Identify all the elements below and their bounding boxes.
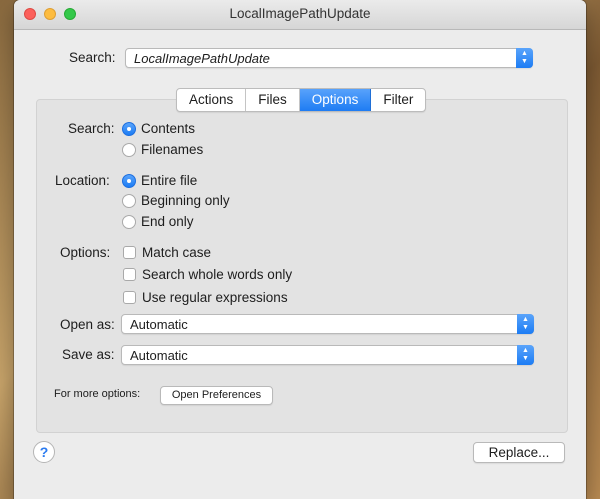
checkbox-label: Match case	[142, 245, 212, 260]
radio-icon	[122, 193, 136, 208]
options-label: Options:	[60, 245, 111, 260]
save-as-label: Save as:	[62, 347, 115, 362]
more-options-label: For more options:	[54, 388, 141, 400]
radio-label: End only	[141, 214, 194, 229]
save-as-value: Automatic	[130, 348, 188, 363]
checkbox-icon	[123, 246, 136, 259]
tab-filter[interactable]: Filter	[371, 89, 425, 111]
radio-contents[interactable]: Contents	[122, 121, 195, 136]
search-in-label: Search:	[68, 121, 115, 136]
tab-actions[interactable]: Actions	[177, 89, 247, 111]
location-label: Location:	[55, 173, 110, 188]
checkbox-regex[interactable]: Use regular expressions	[123, 290, 288, 305]
chevron-updown-icon[interactable]: ▲ ▼	[517, 314, 534, 334]
open-as-popup[interactable]: Automatic ▲ ▼	[121, 314, 534, 334]
radio-entire-file[interactable]: Entire file	[122, 173, 197, 188]
radio-selected-icon	[122, 173, 136, 188]
radio-selected-icon	[122, 121, 136, 136]
help-icon[interactable]: ?	[33, 441, 55, 463]
radio-label: Contents	[141, 121, 196, 136]
search-combo[interactable]: LocalImagePathUpdate ▲ ▼	[125, 48, 533, 68]
checkbox-icon	[123, 268, 136, 281]
checkbox-match-case[interactable]: Match case	[123, 245, 211, 260]
radio-icon	[122, 142, 136, 157]
checkbox-label: Use regular expressions	[142, 290, 288, 305]
radio-end-only[interactable]: End only	[122, 214, 194, 229]
find-window: LocalImagePathUpdate Search: LocalImageP…	[14, 0, 586, 499]
radio-label: Beginning only	[141, 193, 230, 208]
options-panel	[36, 99, 568, 433]
open-as-value: Automatic	[130, 317, 188, 332]
search-value: LocalImagePathUpdate	[134, 51, 270, 66]
checkbox-whole-words[interactable]: Search whole words only	[123, 267, 292, 282]
radio-beginning-only[interactable]: Beginning only	[122, 193, 230, 208]
tab-options[interactable]: Options	[299, 89, 372, 111]
open-as-label: Open as:	[60, 317, 115, 332]
radio-filenames[interactable]: Filenames	[122, 142, 203, 157]
title-bar: LocalImagePathUpdate	[14, 0, 586, 30]
checkbox-label: Search whole words only	[142, 267, 293, 282]
search-label: Search:	[69, 50, 116, 65]
radio-icon	[122, 214, 136, 229]
checkbox-icon	[123, 291, 136, 304]
chevron-updown-icon[interactable]: ▲ ▼	[517, 345, 534, 365]
save-as-popup[interactable]: Automatic ▲ ▼	[121, 345, 534, 365]
tab-bar: Actions Files Options Filter	[176, 88, 427, 112]
window-title: LocalImagePathUpdate	[229, 6, 371, 21]
radio-label: Filenames	[141, 142, 204, 157]
open-preferences-button[interactable]: Open Preferences	[160, 386, 273, 405]
tab-files[interactable]: Files	[246, 89, 300, 111]
replace-button[interactable]: Replace...	[473, 442, 565, 463]
radio-label: Entire file	[141, 173, 198, 188]
chevron-updown-icon[interactable]: ▲ ▼	[516, 48, 533, 68]
